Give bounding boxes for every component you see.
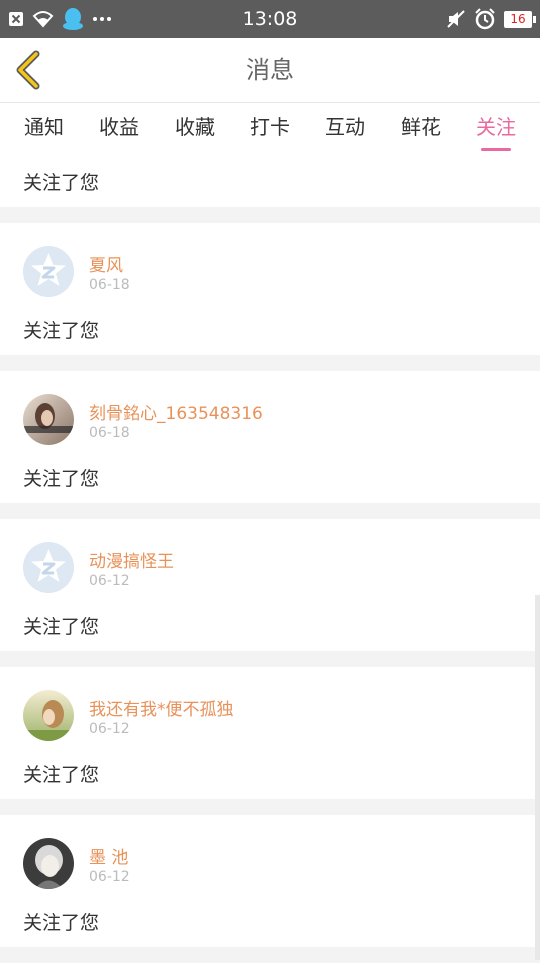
default-qq-avatar-icon bbox=[23, 542, 74, 593]
tab-notifications[interactable]: 通知 bbox=[22, 103, 66, 155]
message-text: 关注了您 bbox=[23, 764, 100, 786]
tab-label: 打卡 bbox=[250, 115, 290, 139]
list-item[interactable]: 关注了您 bbox=[0, 155, 540, 207]
username[interactable]: 墨 池 bbox=[89, 843, 128, 868]
list-item[interactable]: 我还有我*便不孤独 06-12 关注了您 bbox=[0, 667, 540, 799]
divider bbox=[0, 799, 540, 815]
divider bbox=[0, 651, 540, 667]
page-title: 消息 bbox=[246, 56, 294, 84]
photo-avatar-icon bbox=[23, 394, 74, 445]
username[interactable]: 我还有我*便不孤独 bbox=[89, 695, 234, 720]
list-item[interactable]: 墨 池 06-12 关注了您 bbox=[0, 815, 540, 947]
photo-avatar-icon bbox=[23, 690, 74, 741]
default-qq-avatar-icon bbox=[23, 246, 74, 297]
message-text: 关注了您 bbox=[23, 912, 100, 934]
timestamp: 06-12 bbox=[89, 721, 130, 737]
tab-label: 鲜花 bbox=[401, 115, 441, 139]
tab-bar: 通知 收益 收藏 打卡 互动 鲜花 关注 bbox=[0, 103, 540, 155]
message-text: 关注了您 bbox=[23, 172, 100, 194]
tab-label: 收藏 bbox=[175, 115, 215, 139]
tab-label: 关注 bbox=[476, 115, 516, 139]
timestamp: 06-12 bbox=[89, 573, 130, 589]
tab-earnings[interactable]: 收益 bbox=[97, 103, 141, 155]
username[interactable]: 夏风 bbox=[89, 251, 123, 276]
active-tab-indicator bbox=[481, 148, 511, 151]
divider bbox=[0, 355, 540, 371]
tab-label: 通知 bbox=[24, 115, 64, 139]
header: 消息 bbox=[0, 38, 540, 103]
list-item[interactable]: 动漫搞怪王 06-12 关注了您 bbox=[0, 519, 540, 651]
tab-checkin[interactable]: 打卡 bbox=[248, 103, 292, 155]
anime-avatar-icon bbox=[23, 838, 74, 889]
scrollbar[interactable] bbox=[535, 595, 540, 960]
avatar[interactable] bbox=[23, 394, 74, 445]
status-bar: 13:08 16 bbox=[0, 0, 540, 38]
message-text: 关注了您 bbox=[23, 468, 100, 490]
avatar[interactable] bbox=[23, 838, 74, 889]
tab-follows[interactable]: 关注 bbox=[474, 103, 518, 155]
alarm-icon bbox=[475, 8, 495, 30]
message-text: 关注了您 bbox=[23, 616, 100, 638]
status-right-icons: 16 bbox=[446, 8, 536, 30]
avatar[interactable] bbox=[23, 690, 74, 741]
list-item[interactable]: 夏风 06-18 关注了您 bbox=[0, 223, 540, 355]
timestamp: 06-18 bbox=[89, 277, 130, 293]
tab-label: 互动 bbox=[325, 115, 365, 139]
list-item[interactable]: 刻骨銘心_163548316 06-18 关注了您 bbox=[0, 371, 540, 503]
tab-flowers[interactable]: 鲜花 bbox=[399, 103, 443, 155]
timestamp: 06-18 bbox=[89, 425, 130, 441]
timestamp: 06-12 bbox=[89, 869, 130, 885]
tab-interactions[interactable]: 互动 bbox=[323, 103, 367, 155]
avatar[interactable] bbox=[23, 542, 74, 593]
tab-favorites[interactable]: 收藏 bbox=[173, 103, 217, 155]
message-text: 关注了您 bbox=[23, 320, 100, 342]
username[interactable]: 刻骨銘心_163548316 bbox=[89, 399, 263, 424]
divider bbox=[0, 503, 540, 519]
battery-icon: 16 bbox=[504, 10, 536, 28]
avatar[interactable] bbox=[23, 246, 74, 297]
divider bbox=[0, 947, 540, 963]
divider bbox=[0, 207, 540, 223]
follow-message-list: 关注了您 夏风 06-18 关注了您 刻骨銘心_163548316 06-18 … bbox=[0, 155, 540, 963]
mute-icon bbox=[447, 10, 465, 28]
username[interactable]: 动漫搞怪王 bbox=[89, 547, 174, 572]
tab-label: 收益 bbox=[99, 115, 139, 139]
